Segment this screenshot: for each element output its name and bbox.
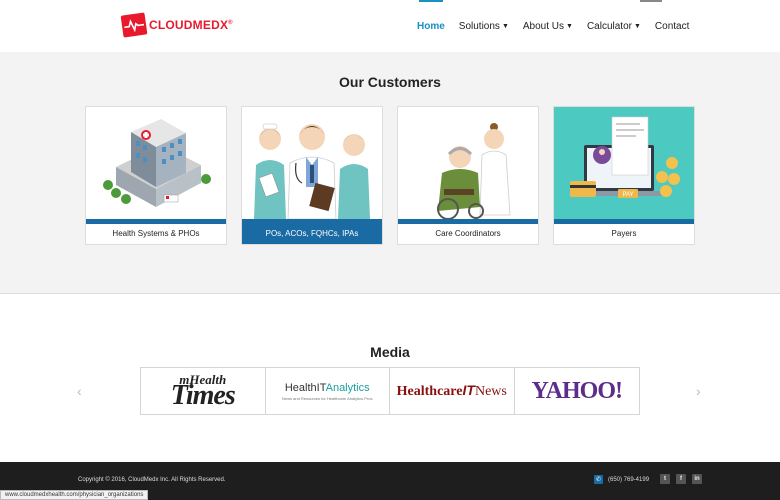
- hospital-illustration-icon: [86, 107, 226, 219]
- nav-about-us[interactable]: About Us ▼: [516, 0, 580, 52]
- main-nav: Home Solutions ▼ About Us ▼ Calculator ▼ Co…: [410, 0, 696, 52]
- hita-tagline: News and Resources for Healthcare Analyt…: [282, 395, 373, 401]
- customers-title: Our Customers: [339, 74, 441, 90]
- twitter-icon[interactable]: t: [660, 474, 670, 484]
- nav-calculator[interactable]: Calculator ▼: [580, 0, 648, 52]
- logo-trademark: ®: [228, 20, 233, 26]
- chevron-down-icon: ▼: [566, 22, 573, 30]
- customer-cards: Health Systems & PHOs POs, ACOs, FQHCs, …: [85, 106, 709, 245]
- media-logo-mhealth-times[interactable]: mHealth Times: [141, 368, 266, 414]
- card-label: Payers: [611, 229, 637, 238]
- hitn-part3: News: [474, 384, 507, 399]
- caregiver-illustration-icon: [398, 107, 538, 219]
- phone-icon: ✆: [594, 475, 603, 484]
- payment-illustration-icon: PAY: [554, 107, 694, 219]
- logo-text-cloud: CLOUD: [149, 18, 193, 32]
- pay-label: PAY: [622, 192, 633, 198]
- nav-solutions[interactable]: Solutions ▼: [452, 0, 516, 52]
- nav-contact[interactable]: Contact: [648, 0, 696, 52]
- mhealth-line2: Times: [170, 380, 236, 411]
- media-title: Media: [370, 344, 410, 360]
- card-pos-acos[interactable]: POs, ACOs, FQHCs, IPAs: [241, 106, 383, 245]
- media-logo-healthcare-it-news[interactable]: HealthcareITNews: [390, 368, 515, 414]
- card-care-coordinators[interactable]: Care Coordinators: [397, 106, 539, 245]
- customers-section: Our Customers Health Systems & PHOs POs,…: [0, 52, 780, 294]
- hitn-part2: IT: [462, 382, 475, 398]
- card-health-systems[interactable]: Health Systems & PHOs: [85, 106, 227, 245]
- yahoo-text: YAHOO!: [531, 377, 623, 404]
- copyright-text: Copyright © 2016, CloudMedx Inc. All Rig…: [78, 477, 226, 483]
- logo-text-medx: MEDX: [192, 18, 229, 32]
- logo-text: CLOUDMEDX®: [149, 18, 233, 32]
- nav-home-label: Home: [417, 20, 445, 32]
- nav-solutions-label: Solutions: [458, 20, 500, 32]
- hita-part1: HealthIT: [284, 381, 326, 394]
- media-logos-strip: mHealth Times HealthITAnalytics News and…: [140, 367, 640, 415]
- nav-calculator-label: Calculator: [586, 20, 632, 32]
- facebook-icon[interactable]: f: [676, 474, 686, 484]
- browser-status-bar: www.cloudmedxhealth.com/physician_organi…: [0, 490, 149, 500]
- nav-about-label: About Us: [522, 20, 565, 32]
- hita-part2: Analytics: [325, 381, 370, 394]
- chevron-down-icon: ▼: [633, 22, 641, 30]
- social-links: t f in: [660, 474, 708, 484]
- nav-home[interactable]: Home: [410, 0, 452, 52]
- card-label: Care Coordinators: [435, 229, 501, 238]
- media-logo-healthit-analytics[interactable]: HealthITAnalytics News and Resources for…: [266, 368, 390, 414]
- chevron-down-icon: ▼: [501, 22, 509, 30]
- phone-contact[interactable]: ✆ (650) 769-4199: [594, 475, 649, 484]
- nav-contact-label: Contact: [654, 20, 690, 32]
- logo-mark-icon: [120, 12, 148, 38]
- linkedin-icon[interactable]: in: [692, 474, 702, 484]
- card-payers[interactable]: PAY Payers: [553, 106, 695, 245]
- hitn-part1: Healthcare: [396, 384, 463, 399]
- cloudmedx-logo[interactable]: CLOUDMEDX®: [120, 12, 233, 38]
- carousel-prev-arrow-icon[interactable]: ‹: [77, 383, 82, 399]
- card-label: Health Systems & PHOs: [112, 229, 200, 238]
- site-header: CLOUDMEDX® Home Solutions ▼ About Us ▼ Cal…: [0, 0, 780, 52]
- carousel-next-arrow-icon[interactable]: ›: [696, 383, 701, 399]
- card-label: POs, ACOs, FQHCs, IPAs: [242, 224, 382, 244]
- phone-number: (650) 769-4199: [608, 476, 650, 483]
- doctors-illustration-icon: [242, 107, 382, 219]
- media-logo-yahoo[interactable]: YAHOO!: [515, 368, 640, 414]
